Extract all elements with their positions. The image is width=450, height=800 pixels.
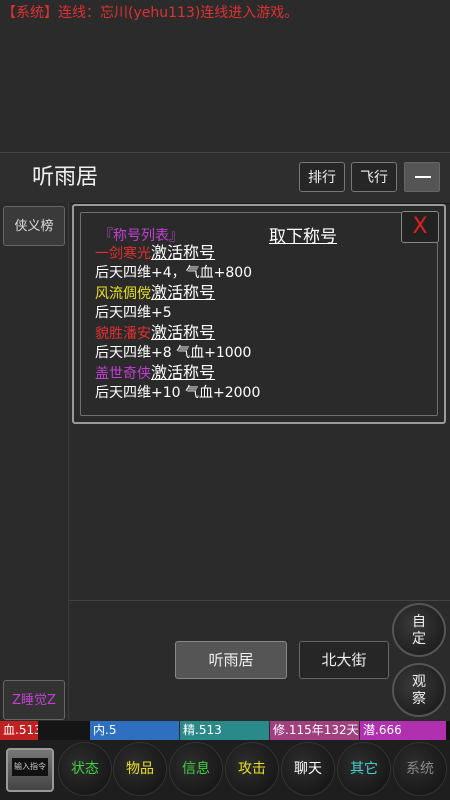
potential-stat: 潜.666 bbox=[360, 721, 446, 740]
message-log: 【系统】连线：忘川(yehu113)连线进入游戏。 bbox=[0, 0, 450, 152]
title-bonus: 后天四维+4，气血+800 bbox=[95, 265, 253, 281]
title-name: 风流倜傥 bbox=[95, 286, 151, 302]
title-name: 盖世奇侠 bbox=[95, 366, 151, 382]
custom-label-1: 自 bbox=[412, 614, 426, 630]
menu-chat[interactable]: 聊天 bbox=[281, 742, 335, 796]
title-bonus: 后天四维+8 气血+1000 bbox=[95, 345, 252, 361]
main-menu: 输入指令 状态 物品 信息 攻击 聊天 其它 系统 bbox=[0, 740, 450, 800]
menu-info[interactable]: 信息 bbox=[169, 742, 223, 796]
observe-label-2: 察 bbox=[412, 691, 426, 707]
activate-title-link[interactable]: 激活称号 bbox=[151, 283, 215, 302]
title-bonus: 后天四维+5 bbox=[95, 305, 172, 321]
title-list-heading: 『称号列表』 bbox=[99, 228, 183, 244]
menu-other[interactable]: 其它 bbox=[337, 742, 391, 796]
internal-stat: 内.5 bbox=[90, 721, 179, 740]
input-command-label: 输入指令 bbox=[12, 758, 48, 776]
collapse-button[interactable] bbox=[404, 162, 440, 192]
location-title: 听雨居 bbox=[32, 165, 99, 190]
stats-bar: 血.513 内.5 精.513 修.115年132天 潜.666 bbox=[0, 721, 450, 740]
activate-title-link[interactable]: 激活称号 bbox=[151, 363, 215, 382]
observe-button[interactable]: 观察 bbox=[392, 663, 446, 717]
panel-frame: 『称号列表』 取下称号 X 一剑寒光激活称号 后天四维+4，气血+800 风流倜… bbox=[80, 211, 439, 416]
menu-status[interactable]: 状态 bbox=[58, 742, 112, 796]
title-entry: 一剑寒光激活称号 bbox=[95, 243, 260, 264]
menu-attack[interactable]: 攻击 bbox=[225, 742, 279, 796]
hp-stat: 血.513 bbox=[0, 721, 38, 740]
left-sidebar: 侠义榜 Z睡觉Z bbox=[0, 202, 69, 720]
custom-button[interactable]: 自定 bbox=[392, 603, 446, 657]
rank-button[interactable]: 排行 bbox=[299, 162, 345, 192]
title-list-panel: 『称号列表』 取下称号 X 一剑寒光激活称号 后天四维+4，气血+800 风流倜… bbox=[72, 204, 446, 424]
menu-system[interactable]: 系统 bbox=[393, 742, 447, 796]
menu-items[interactable]: 物品 bbox=[113, 742, 167, 796]
custom-label-2: 定 bbox=[412, 631, 426, 647]
hp-remainder bbox=[38, 721, 90, 740]
sleep-button[interactable]: Z睡觉Z bbox=[3, 680, 65, 720]
location-header: 听雨居 排行 飞行 bbox=[0, 152, 450, 204]
title-entry: 盖世奇侠激活称号 bbox=[95, 363, 260, 384]
observe-label-1: 观 bbox=[412, 674, 426, 690]
cultivation-stat: 修.115年132天 bbox=[270, 721, 359, 740]
heroes-ranking-button[interactable]: 侠义榜 bbox=[3, 206, 65, 246]
remove-title-link[interactable]: 取下称号 bbox=[269, 222, 337, 247]
system-message: 【系统】连线：忘川(yehu113)连线进入游戏。 bbox=[2, 5, 299, 21]
close-button[interactable]: X bbox=[401, 211, 439, 243]
title-entry: 风流倜傥激活称号 bbox=[95, 283, 260, 304]
input-command-button[interactable]: 输入指令 bbox=[6, 748, 54, 792]
exits-area: 听雨居 北大街 自定 观察 bbox=[68, 600, 450, 721]
title-entry: 貌胜潘安激活称号 bbox=[95, 323, 260, 344]
activate-title-link[interactable]: 激活称号 bbox=[151, 243, 215, 262]
fly-button[interactable]: 飞行 bbox=[351, 162, 397, 192]
title-bonus: 后天四维+10 气血+2000 bbox=[95, 385, 261, 401]
spirit-stat: 精.513 bbox=[180, 721, 269, 740]
current-location-button[interactable]: 听雨居 bbox=[175, 641, 287, 679]
title-name: 一剑寒光 bbox=[95, 246, 151, 262]
minus-icon bbox=[415, 176, 431, 178]
activate-title-link[interactable]: 激活称号 bbox=[151, 323, 215, 342]
title-name: 貌胜潘安 bbox=[95, 326, 151, 342]
title-entries: 一剑寒光激活称号 后天四维+4，气血+800 风流倜傥激活称号 后天四维+5 貌… bbox=[95, 243, 260, 403]
potential-remainder bbox=[446, 721, 450, 740]
exit-north-button[interactable]: 北大街 bbox=[299, 641, 389, 679]
